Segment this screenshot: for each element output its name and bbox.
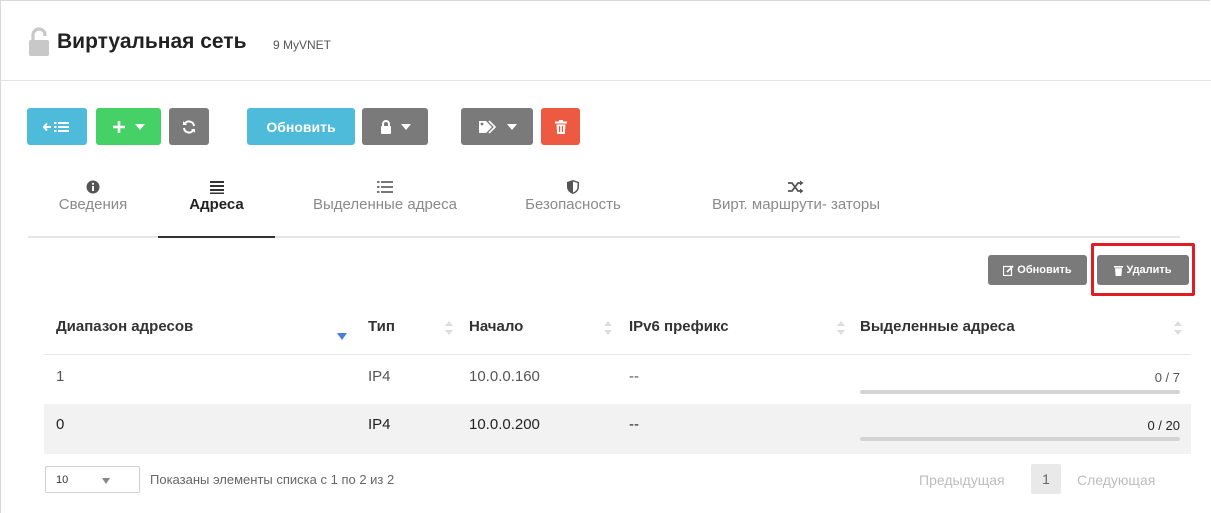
pagination-page-1[interactable]: 1 — [1031, 464, 1061, 494]
cell-type: IP4 — [368, 368, 391, 385]
tab-vrouters[interactable]: Вирт. маршрути- заторы — [676, 178, 916, 238]
tab-vrouters-label: Вирт. маршрути- заторы — [711, 196, 881, 213]
leases-progress-bar — [860, 437, 1180, 441]
tab-info-label: Сведения — [58, 196, 128, 213]
back-to-list-button[interactable] — [27, 108, 87, 145]
info-icon — [86, 180, 100, 194]
edit-icon — [1003, 264, 1014, 276]
cell-ipv6: -- — [629, 416, 639, 433]
pagination-previous[interactable]: Предыдущая — [919, 472, 1005, 488]
column-header-leases[interactable]: Выделенные адреса — [860, 318, 1015, 335]
sort-icon[interactable] — [603, 320, 613, 336]
divider — [44, 354, 1191, 355]
chevron-down-icon — [506, 123, 517, 130]
shield-icon — [567, 180, 579, 194]
page-title: Виртуальная сеть — [57, 30, 247, 53]
labels-menu-button[interactable] — [461, 108, 533, 145]
table-info: Показаны элементы списка с 1 по 2 из 2 — [150, 472, 395, 487]
update-range-button[interactable]: Обновить — [988, 255, 1087, 285]
reload-icon — [183, 119, 195, 134]
chevron-down-icon — [135, 123, 145, 130]
cell-leases-count: 0 / 20 — [1147, 418, 1180, 433]
table-row[interactable] — [44, 404, 1191, 454]
add-icon — [113, 120, 125, 133]
sort-icon[interactable] — [836, 320, 846, 336]
tab-addresses[interactable]: Адреса — [158, 178, 275, 238]
tab-security[interactable]: Безопасность — [498, 178, 648, 238]
tab-addresses-label: Адреса — [189, 196, 244, 213]
column-header-type[interactable]: Тип — [368, 318, 395, 335]
back-list-icon — [43, 121, 69, 132]
leases-progress-bar — [860, 390, 1180, 394]
sort-icon[interactable] — [1173, 320, 1183, 336]
update-range-label: Обновить — [1017, 264, 1072, 276]
chevron-down-icon — [400, 123, 411, 130]
tab-info[interactable]: Сведения — [28, 178, 158, 238]
column-header-start[interactable]: Начало — [469, 318, 523, 335]
tab-bar: Сведения Адреса Выделенные адреса Безопа… — [28, 178, 1180, 238]
cell-leases-count: 0 / 7 — [1154, 370, 1180, 385]
pagination-next[interactable]: Следующая — [1077, 472, 1155, 488]
cell-ipv6: -- — [629, 368, 639, 385]
highlight-box — [1091, 243, 1195, 296]
cell-start: 10.0.0.160 — [469, 368, 540, 385]
list-small-icon — [377, 181, 393, 193]
tag-icon — [478, 119, 496, 134]
column-header-range[interactable]: Диапазон адресов — [56, 318, 193, 335]
tab-security-label: Безопасность — [525, 196, 621, 213]
cell-type: IP4 — [368, 416, 391, 433]
lock-menu-button[interactable] — [362, 108, 428, 145]
cell-start: 10.0.0.200 — [469, 416, 540, 433]
tab-leases-label: Выделенные адреса — [313, 196, 457, 213]
cell-range: 1 — [56, 368, 65, 385]
column-header-ipv6[interactable]: IPv6 префикс — [629, 318, 729, 335]
delete-vnet-button[interactable] — [541, 108, 580, 145]
trash-icon — [554, 119, 567, 134]
cell-range: 0 — [56, 416, 65, 433]
list-icon — [209, 181, 224, 194]
refresh-button[interactable]: Обновить — [247, 108, 355, 145]
lock-icon — [380, 119, 391, 134]
tab-leases[interactable]: Выделенные адреса — [290, 178, 480, 238]
add-button[interactable] — [96, 108, 161, 145]
chevron-down-icon — [102, 478, 110, 484]
sort-desc-icon[interactable] — [337, 328, 347, 344]
page-size-select[interactable]: 10 — [45, 466, 140, 493]
lock-open-icon — [29, 27, 49, 56]
shuffle-icon — [788, 180, 804, 194]
reload-button[interactable] — [169, 108, 209, 145]
page-subtitle: 9 MyVNET — [273, 38, 332, 52]
page-size-value: 10 — [56, 473, 69, 486]
page-header: Виртуальная сеть 9 MyVNET — [1, 1, 1211, 81]
sort-icon[interactable] — [444, 320, 454, 336]
